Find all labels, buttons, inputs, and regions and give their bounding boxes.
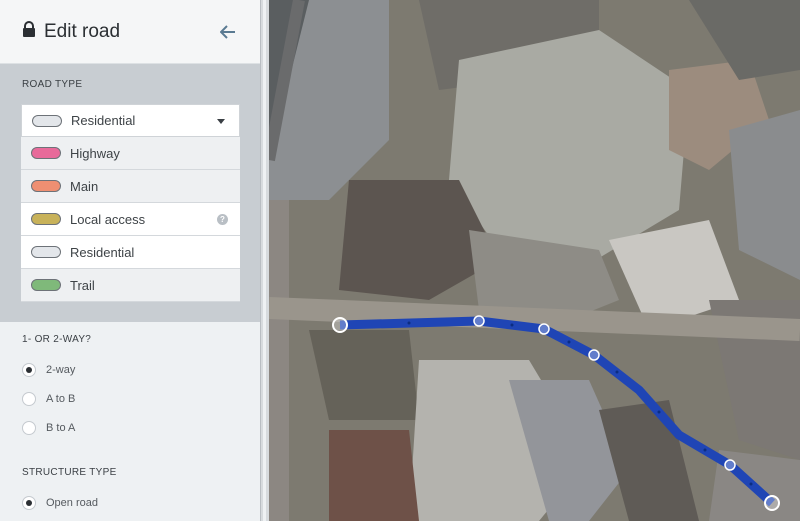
lock-icon [22,20,36,43]
structure-section: STRUCTURE TYPE Open road [22,467,117,521]
edit-road-panel: Edit road ROAD TYPE Residential Highway … [0,0,260,521]
radio-2-way[interactable]: 2-way [22,355,91,384]
option-label: Trail [70,277,95,293]
trail-swatch [31,279,61,291]
page-title: Edit road [44,20,121,42]
dropdown-caret-icon [217,119,225,124]
road-type-option-trail[interactable]: Trail [21,269,240,302]
road-type-option-residential[interactable]: Residential [21,236,240,269]
radio-label: Open road [46,496,98,509]
direction-label: 1- OR 2-WAY? [22,334,92,345]
radio-empty-icon [22,391,36,406]
radio-label: 2-way [46,363,76,376]
help-icon[interactable]: ? [217,214,228,225]
radio-empty-icon [22,420,36,435]
road-type-option-highway[interactable]: Highway [21,137,240,170]
option-label: Highway [70,145,120,161]
route-vertex-handle[interactable] [473,315,485,327]
back-arrow-icon[interactable] [218,22,238,42]
route-endpoint-b-handle[interactable] [764,495,780,511]
option-label: Residential [70,244,135,260]
selected-road-type: Residential [71,113,136,128]
road-type-label: ROAD TYPE [22,79,83,90]
road-type-option-local-access[interactable]: Local access ? [21,203,240,236]
plaza [329,430,419,521]
satellite-map[interactable] [269,0,800,521]
radio-a-to-b[interactable]: A to B [22,384,91,413]
option-label: Local access [70,211,146,227]
residential-swatch [32,114,62,127]
radio-open-road[interactable]: Open road [22,488,117,517]
street [269,200,289,521]
highway-swatch [31,147,61,159]
road-type-option-main[interactable]: Main [21,170,240,203]
residential-swatch [31,246,61,258]
route-vertex-handle[interactable] [724,459,736,471]
radio-label: B to A [46,421,76,434]
resize-grip [263,0,266,521]
route-vertex-handle[interactable] [538,323,550,335]
structure-label: STRUCTURE TYPE [22,467,117,478]
road-type-select[interactable]: Residential [21,104,240,137]
radio-selected-icon [22,495,36,510]
option-label: Main [70,178,99,194]
road-type-section: ROAD TYPE Residential Highway Main Local… [0,64,260,322]
route-endpoint-a-handle[interactable] [332,317,348,333]
road-type-list: Residential Highway Main Local access ? … [21,104,240,302]
main-swatch [31,180,61,192]
direction-section: 1- OR 2-WAY? 2-way A to B B to A [22,334,91,442]
radio-b-to-a[interactable]: B to A [22,413,91,442]
map-canvas [269,0,800,521]
radio-next-structure[interactable] [22,517,117,521]
panel-header: Edit road [0,0,260,64]
route-vertex-handle[interactable] [588,349,600,361]
panel-resize-handle[interactable] [260,0,269,521]
radio-label: A to B [46,392,76,405]
radio-selected-icon [22,362,36,377]
local-access-swatch [31,213,61,225]
